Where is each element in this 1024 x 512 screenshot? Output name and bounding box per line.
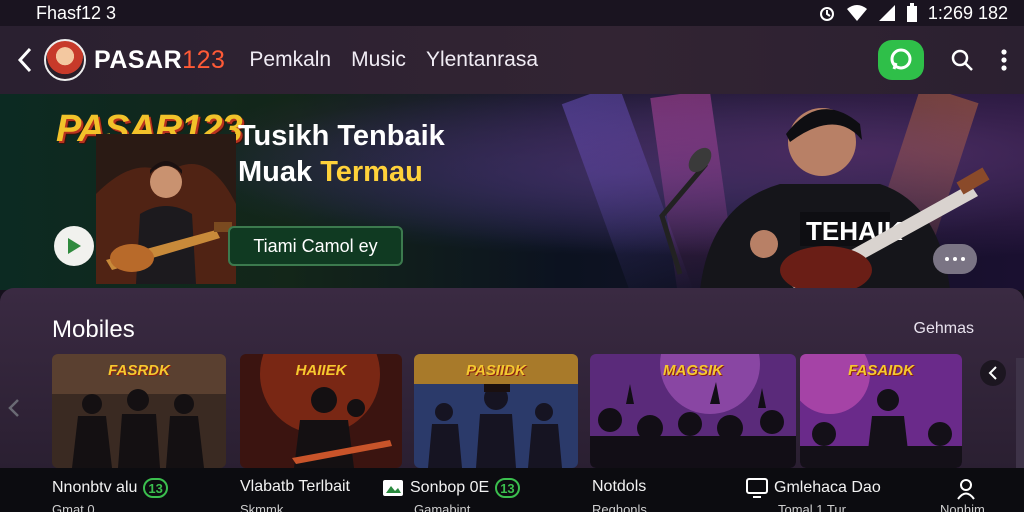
album-card[interactable]: PASIIDK (414, 354, 578, 468)
tv-icon (746, 478, 768, 498)
hero-banner[interactable]: PASAR123 Tusikh Tenbaik Muak Termau Tiam… (0, 94, 1024, 290)
album-card[interactable]: HAIIEK (240, 354, 402, 468)
user-icon (957, 479, 975, 500)
bottom-nav-sublabel: Nonhim (940, 502, 985, 512)
whatsapp-button[interactable] (878, 40, 924, 80)
play-button[interactable] (54, 226, 94, 266)
carousel-next-button[interactable] (980, 360, 1006, 386)
overflow-menu-button[interactable] (1000, 48, 1008, 72)
hero-more-button[interactable] (933, 244, 977, 274)
status-left-text: Fhasf12 3 (36, 2, 117, 23)
image-icon (383, 480, 403, 496)
album-card-title: PASIIDK (466, 362, 526, 379)
alarm-icon (819, 7, 834, 21)
album-card-title: MAGSIK (663, 362, 723, 379)
hero-heading-accent: Termau (320, 156, 423, 188)
bottom-nav-item-1[interactable]: Nnonbtv alu 13 (52, 478, 168, 498)
bottom-nav-label: Notdols (592, 478, 647, 495)
top-nav: Pemkaln Music Ylentanrasa (249, 48, 538, 72)
whatsapp-icon (890, 48, 912, 70)
brand-name[interactable]: PASAR123 (94, 46, 225, 75)
bottom-nav-item-2[interactable]: Vlabatb Terlbait (240, 478, 350, 496)
mobiles-section: Mobiles Gehmas FASRDK HAIIEK PASIIDK MAG… (0, 288, 1024, 470)
bottom-nav-sublabel: Gamabint (414, 502, 471, 512)
hero-heading-line2: Muak (238, 156, 321, 188)
back-chevron-icon (17, 47, 32, 73)
app-bar: PASAR123 Pemkaln Music Ylentanrasa (0, 26, 1024, 94)
status-icons: 1:269 182 (818, 3, 1008, 24)
album-card[interactable]: FASRDK (52, 354, 226, 468)
bottom-nav-item-profile[interactable] (956, 478, 976, 500)
next-card-peek (1016, 358, 1024, 470)
hero-guitarist-image (96, 134, 236, 284)
count-badge: 13 (495, 478, 520, 498)
album-card-title: HAIIEK (295, 362, 347, 379)
play-icon (68, 238, 81, 254)
back-button[interactable] (10, 47, 40, 73)
bottom-nav-item-5[interactable]: Gmlehaca Dao (746, 478, 881, 498)
bottom-nav-sublabel: Reghonls (592, 502, 647, 512)
album-card-title: FASAIDK (848, 362, 914, 379)
hero-heading: Tusikh Tenbaik Muak Termau (238, 118, 445, 190)
more-vert-icon (1001, 49, 1007, 71)
brand-logo-avatar[interactable] (44, 39, 86, 81)
hero-cta-button[interactable]: Tiami Camol ey (228, 226, 403, 266)
bottom-nav-label: Gmlehaca Dao (774, 479, 881, 496)
bottom-nav-sublabel: Gmat 0 (52, 502, 95, 512)
nav-item-music[interactable]: Music (351, 48, 406, 72)
bottom-nav-item-4[interactable]: Notdols (592, 478, 646, 496)
nav-item-3[interactable]: Ylentanrasa (426, 48, 538, 72)
bottom-nav-item-3[interactable]: Sonbop 0E 13 (382, 478, 520, 498)
battery-icon (906, 3, 917, 22)
bottom-nav-label: Vlabatb Terlbait (240, 478, 350, 495)
see-all-link[interactable]: Gehmas (914, 320, 974, 338)
carousel-prev-button[interactable] (8, 398, 20, 423)
album-card[interactable]: MAGSIK (590, 354, 796, 468)
wifi-icon (846, 5, 867, 21)
search-icon (951, 49, 973, 71)
bottom-nav-sublabel: Tomal 1 Tur (778, 502, 846, 512)
album-card-title: FASRDK (108, 362, 170, 379)
status-bar: Fhasf12 3 1:269 182 (0, 0, 1024, 26)
bottom-nav-sublabel: Skmmk (240, 502, 284, 512)
chevron-left-icon (8, 399, 19, 417)
hero-heading-line1: Tusikh Tenbaik (238, 120, 445, 152)
bottom-nav-label: Nnonbtv alu (52, 479, 138, 496)
nav-item-1[interactable]: Pemkaln (249, 48, 331, 72)
status-time: 1:269 182 (927, 2, 1008, 23)
brand-number: 123 (182, 45, 226, 74)
search-button[interactable] (950, 48, 974, 72)
brand-text: PASAR (94, 45, 183, 74)
signal-icon (878, 5, 895, 21)
section-title: Mobiles (52, 316, 135, 343)
album-card[interactable]: FASAIDK (800, 354, 962, 468)
chevron-left-icon (988, 366, 997, 380)
app-actions (878, 40, 1008, 80)
bottom-nav: Nnonbtv alu 13 Gmat 0 Vlabatb Terlbait S… (0, 468, 1024, 512)
bottom-nav-label: Sonbop 0E (410, 479, 490, 496)
count-badge: 13 (143, 478, 168, 498)
